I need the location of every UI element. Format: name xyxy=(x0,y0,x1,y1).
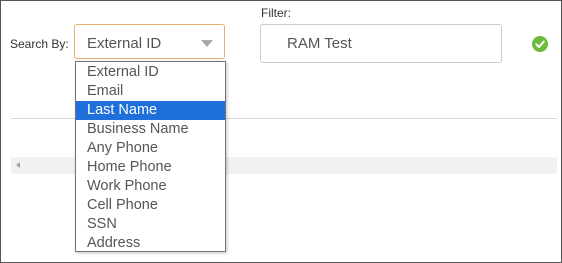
search-panel: Search By: External ID Filter: External … xyxy=(0,0,562,263)
dropdown-option[interactable]: SSN xyxy=(76,215,225,234)
check-circle-icon xyxy=(532,36,548,52)
scroll-left-arrow-icon[interactable] xyxy=(16,162,20,168)
search-by-label: Search By: xyxy=(10,37,69,51)
dropdown-option[interactable]: Business Name xyxy=(76,120,225,139)
dropdown-option[interactable]: External ID xyxy=(76,63,225,82)
dropdown-option[interactable]: Email xyxy=(76,82,225,101)
dropdown-option[interactable]: Home Phone xyxy=(76,158,225,177)
search-by-select[interactable]: External ID xyxy=(74,24,225,59)
dropdown-option[interactable]: Any Phone xyxy=(76,139,225,158)
search-by-selected-value: External ID xyxy=(87,35,162,52)
filter-input[interactable] xyxy=(260,24,502,63)
dropdown-option[interactable]: Work Phone xyxy=(76,177,225,196)
dropdown-option[interactable]: Last Name xyxy=(76,101,225,120)
chevron-down-icon xyxy=(201,40,213,47)
filter-label: Filter: xyxy=(261,6,291,20)
search-by-dropdown-list: External ID Email Last Name Business Name An… xyxy=(75,61,226,252)
dropdown-option[interactable]: Address xyxy=(76,234,225,253)
dropdown-option[interactable]: Cell Phone xyxy=(76,196,225,215)
